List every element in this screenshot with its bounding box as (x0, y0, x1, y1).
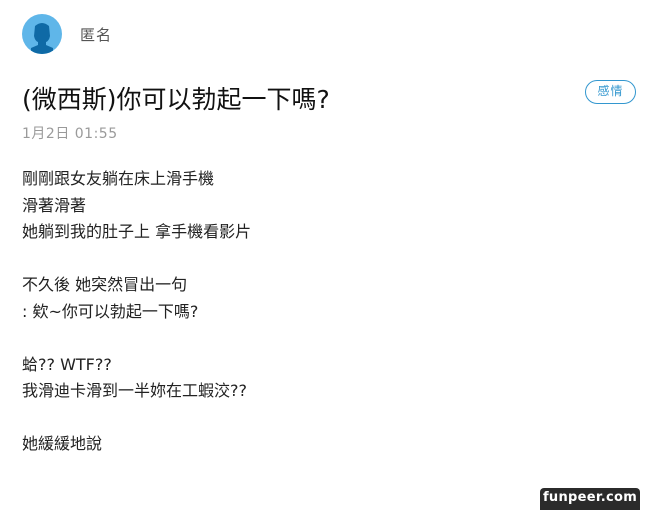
person-silhouette-icon (31, 23, 53, 54)
post-title: (微西斯)你可以勃起一下嗎? (22, 85, 330, 114)
post-body-line: 蛤?? WTF?? (22, 354, 112, 374)
anonymous-avatar-icon[interactable] (22, 14, 62, 54)
post-body: 剛剛跟女友躺在床上滑手機 滑著滑著 她躺到我的肚子上 拿手機看影片 不久後 她突… (22, 166, 622, 458)
post-body-blank-line (22, 325, 622, 352)
post-body-line: 滑著滑著 (22, 195, 87, 215)
post-body-line: : 欸~你可以勃起一下嗎? (22, 301, 199, 321)
watermark: funpeer.com (540, 488, 640, 510)
post-body-line: 她躺到我的肚子上 拿手機看影片 (22, 222, 252, 241)
author-row: 匿名 (22, 14, 112, 54)
post-body-line: 她緩緩地說 (22, 434, 103, 453)
post-body-blank-line (22, 405, 622, 432)
post-body-line: 剛剛跟女友躺在床上滑手機 (22, 169, 215, 188)
post-body-line: 不久後 她突然冒出一句 (22, 275, 188, 294)
author-name: 匿名 (80, 25, 113, 44)
post-date: 1月2日 01:55 (22, 126, 118, 142)
post-body-line: 我滑迪卡滑到一半妳在工蝦洨?? (22, 381, 247, 400)
category-tag[interactable]: 感情 (585, 80, 636, 104)
post-body-blank-line (22, 246, 622, 273)
